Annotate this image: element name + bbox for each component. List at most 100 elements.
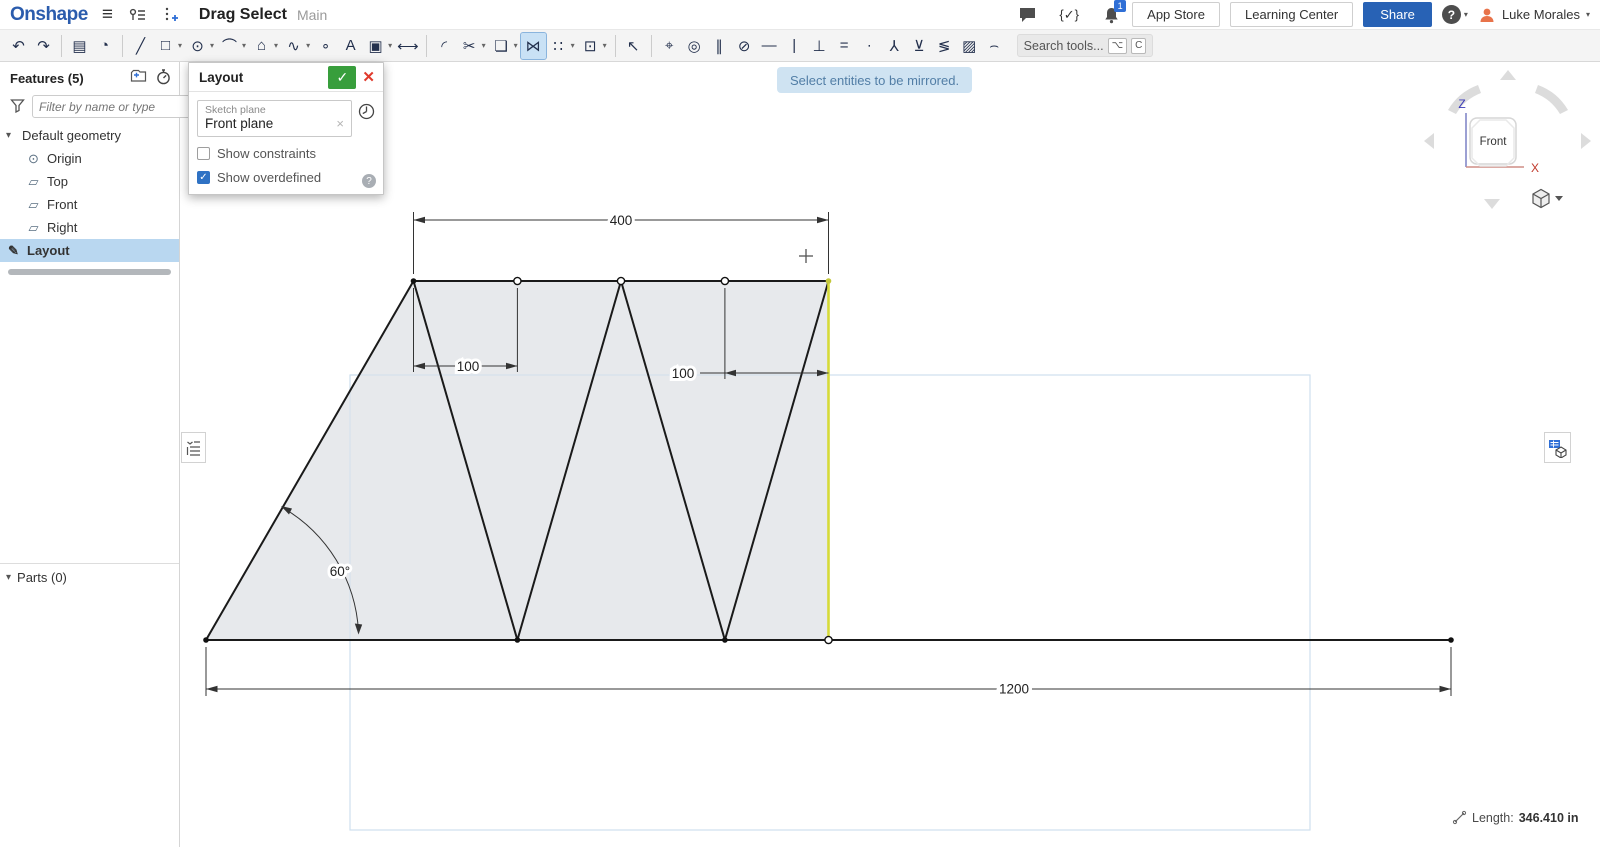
- show-constraints-checkbox[interactable]: Show constraints: [197, 146, 375, 161]
- cancel-button[interactable]: ✕: [362, 68, 375, 86]
- parts-header[interactable]: ▾ Parts (0): [0, 564, 179, 590]
- dimension-value-400[interactable]: 400: [610, 213, 633, 228]
- chevron-down-icon[interactable]: ▾: [388, 41, 392, 50]
- equal-constraint-button[interactable]: =: [832, 33, 857, 59]
- vertex-point-open[interactable]: [825, 636, 832, 643]
- redo-button[interactable]: ↷: [31, 33, 56, 59]
- chevron-down-icon[interactable]: ▾: [571, 41, 575, 50]
- rollback-history-icon[interactable]: [156, 69, 171, 88]
- document-title[interactable]: Drag Select: [199, 6, 287, 24]
- section-view-button[interactable]: ◔: [92, 33, 117, 59]
- vertex-point-open[interactable]: [721, 277, 728, 284]
- dimension-value-100-right[interactable]: 100: [672, 366, 695, 381]
- concentric-constraint-button[interactable]: ◎: [682, 33, 707, 59]
- dialog-help-icon[interactable]: ?: [362, 174, 376, 188]
- vertex-point-selected[interactable]: [826, 278, 832, 284]
- user-menu[interactable]: Luke Morales ▾: [1478, 6, 1590, 24]
- pierce-constraint-button[interactable]: ⊻: [907, 33, 932, 59]
- show-overdefined-checkbox[interactable]: ✓ Show overdefined: [197, 170, 375, 185]
- clear-selection-icon[interactable]: ×: [336, 116, 344, 131]
- view-cube[interactable]: Front Z X: [1420, 66, 1595, 214]
- app-store-button[interactable]: App Store: [1132, 2, 1220, 27]
- mirror-tool-button[interactable]: ⋈: [521, 33, 546, 59]
- dimension-value-1200[interactable]: 1200: [999, 682, 1029, 697]
- insert-folder-icon[interactable]: [130, 69, 147, 88]
- chevron-down-icon[interactable]: ▾: [6, 572, 11, 583]
- undo-button[interactable]: ↶: [6, 33, 31, 59]
- workspace-name[interactable]: Main: [297, 7, 327, 23]
- chevron-down-icon[interactable]: ▾: [514, 41, 518, 50]
- symmetric-constraint-button[interactable]: ≶: [932, 33, 957, 59]
- rotate-up-arrow[interactable]: [1500, 70, 1516, 80]
- chevron-down-icon[interactable]: ▾: [482, 41, 486, 50]
- chevron-down-icon[interactable]: ▾: [6, 130, 16, 141]
- vertex-point[interactable]: [1448, 637, 1454, 643]
- insert-new-item-icon[interactable]: [159, 5, 181, 25]
- notifications-bell-icon[interactable]: 1: [1100, 4, 1122, 26]
- rollback-bar[interactable]: [8, 269, 171, 275]
- sketch-canvas[interactable]: Layout: [180, 62, 1600, 847]
- search-tools-input[interactable]: Search tools... ⌥ C: [1017, 34, 1154, 57]
- rotate-down-arrow[interactable]: [1484, 199, 1500, 209]
- vertical-constraint-button[interactable]: |: [782, 33, 807, 59]
- parts-list-flyout-tab[interactable]: [1544, 432, 1571, 463]
- pattern-tool-button[interactable]: ∷: [546, 33, 571, 59]
- tree-item-top-plane[interactable]: ▱ Top: [0, 170, 179, 193]
- rectangle-tool-button[interactable]: □: [153, 33, 178, 59]
- point-tool-button[interactable]: ∘: [313, 33, 338, 59]
- front-face-button[interactable]: Front: [1470, 118, 1516, 166]
- onshape-logo[interactable]: Onshape: [10, 4, 88, 26]
- filter-input[interactable]: [32, 95, 203, 118]
- feature-list-flyout-tab[interactable]: [181, 432, 206, 463]
- hamburger-menu-icon[interactable]: ≡: [102, 4, 113, 26]
- normal-constraint-button[interactable]: ⅄: [882, 33, 907, 59]
- line-tool-button[interactable]: ╱: [128, 33, 153, 59]
- filter-funnel-icon[interactable]: [10, 98, 25, 116]
- curvature-constraint-button[interactable]: ⌢: [982, 33, 1007, 59]
- tangent-constraint-button[interactable]: ⊘: [732, 33, 757, 59]
- checkbox-checked[interactable]: ✓: [197, 171, 210, 184]
- featurescript-icon[interactable]: {✓}: [1058, 5, 1080, 25]
- vertex-point-open[interactable]: [617, 277, 624, 284]
- tree-item-origin[interactable]: ⊙ Origin: [0, 147, 179, 170]
- sketch-plane-field[interactable]: Sketch plane Front plane ×: [197, 100, 352, 137]
- sketch-text-button[interactable]: A: [338, 33, 363, 59]
- vertex-point-open[interactable]: [514, 277, 521, 284]
- chevron-down-icon[interactable]: ▾: [274, 41, 278, 50]
- vertex-point[interactable]: [203, 637, 209, 643]
- coincident-constraint-button[interactable]: ⌖: [657, 33, 682, 59]
- offset-tool-button[interactable]: ❏: [489, 33, 514, 59]
- tree-item-front-plane[interactable]: ▱ Front: [0, 193, 179, 216]
- clock-state-icon[interactable]: [358, 103, 375, 125]
- midpoint-constraint-button[interactable]: ∙: [857, 33, 882, 59]
- help-menu[interactable]: ? ▾: [1442, 5, 1468, 24]
- vertex-point[interactable]: [515, 637, 521, 643]
- arc-tool-button[interactable]: ⌒: [217, 33, 242, 59]
- fix-constraint-button[interactable]: ▨: [957, 33, 982, 59]
- rotate-right-arrow[interactable]: [1581, 133, 1591, 149]
- confirm-button[interactable]: ✓: [328, 66, 356, 89]
- comments-icon[interactable]: [1016, 5, 1038, 25]
- horizontal-constraint-button[interactable]: ―: [757, 33, 782, 59]
- transform-tool-button[interactable]: ↖: [621, 33, 646, 59]
- trim-tool-button[interactable]: ✂: [457, 33, 482, 59]
- fillet-tool-button[interactable]: ◜: [432, 33, 457, 59]
- chevron-down-icon[interactable]: ▾: [603, 41, 607, 50]
- spline-tool-button[interactable]: ∿: [281, 33, 306, 59]
- use-project-button[interactable]: ▣: [363, 33, 388, 59]
- perpendicular-constraint-button[interactable]: ⊥: [807, 33, 832, 59]
- share-button[interactable]: Share: [1363, 2, 1432, 27]
- vertex-point[interactable]: [722, 637, 728, 643]
- dimension-1200[interactable]: [206, 647, 1451, 696]
- chevron-down-icon[interactable]: ▾: [242, 41, 246, 50]
- learning-center-button[interactable]: Learning Center: [1230, 2, 1353, 27]
- tree-item-default-geometry[interactable]: ▾ Default geometry: [0, 124, 179, 147]
- dimension-value-100-left[interactable]: 100: [457, 359, 480, 374]
- dimension-tool-button[interactable]: ⟷: [395, 33, 421, 59]
- circle-tool-button[interactable]: ⊙: [185, 33, 210, 59]
- parallel-constraint-button[interactable]: ∥: [707, 33, 732, 59]
- chevron-down-icon[interactable]: ▾: [178, 41, 182, 50]
- view-options-button[interactable]: [1533, 190, 1563, 208]
- insert-dxf-button[interactable]: ⊡: [578, 33, 603, 59]
- chevron-down-icon[interactable]: ▾: [306, 41, 310, 50]
